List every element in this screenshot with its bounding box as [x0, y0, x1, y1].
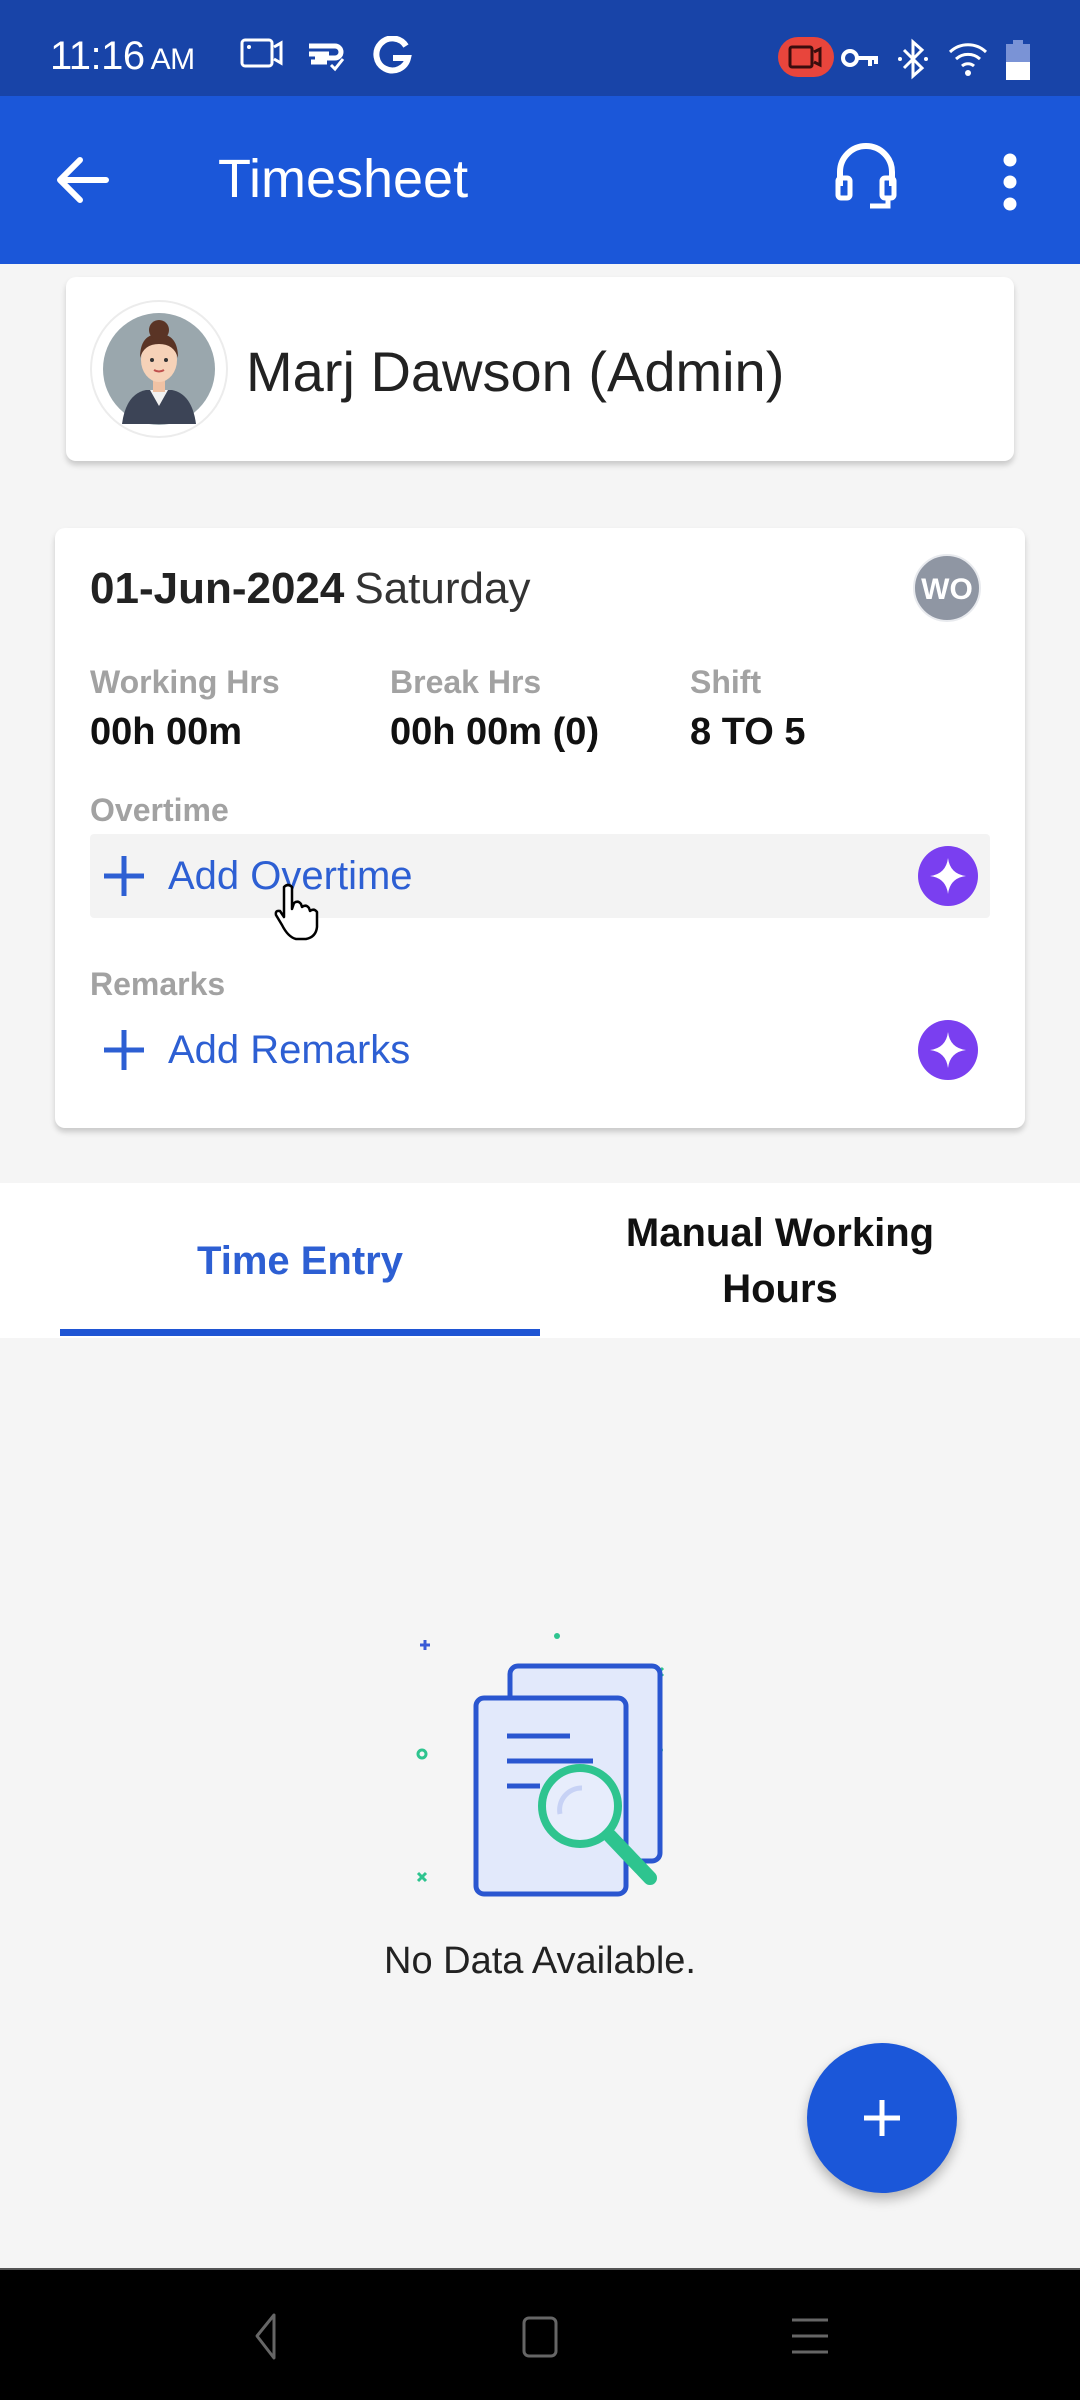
document-search-icon: [416, 1633, 665, 1897]
plus-icon: [104, 856, 144, 896]
avatar: [90, 300, 228, 438]
bluetooth-icon: [898, 38, 928, 80]
date-row: 01-Jun-2024 Saturday: [90, 564, 530, 614]
sparkle-icon: [930, 1032, 966, 1068]
plus-icon: [864, 2100, 900, 2136]
stat-value: 00h 00m (0): [390, 711, 600, 753]
clock-ampm: AM: [150, 43, 196, 76]
status-time: 11:16 AM: [50, 34, 195, 79]
break-hours-stat: Break Hrs 00h 00m (0): [390, 664, 599, 754]
overtime-label: Overtime: [90, 792, 229, 828]
tab-bar: Time Entry Manual Working Hours: [0, 1183, 1080, 1338]
stat-value: 8 TO 5: [690, 711, 806, 753]
google-icon: [373, 36, 412, 74]
sparkle-icon: [930, 858, 966, 894]
day-summary-card: 01-Jun-2024 Saturday WO Working Hrs 00h 0…: [55, 528, 1025, 1128]
add-time-entry-fab[interactable]: [807, 2043, 957, 2193]
headset-icon: [835, 143, 897, 209]
back-button[interactable]: [48, 144, 120, 216]
add-remarks-button[interactable]: Add Remarks: [90, 1008, 990, 1092]
sync-check-icon: [309, 43, 345, 72]
page-title: Timesheet: [218, 149, 469, 209]
system-nav-bar: [0, 2268, 1080, 2400]
user-avatar-icon: [103, 313, 215, 425]
arrow-left-icon: [57, 157, 109, 203]
battery-icon: [1006, 40, 1030, 80]
home-nav-icon[interactable]: [510, 2312, 570, 2362]
shift-stat: Shift 8 TO 5: [690, 664, 805, 754]
weekday-label: Saturday: [354, 564, 531, 613]
date-label: 01-Jun-2024: [90, 564, 345, 613]
stat-label: Working Hrs: [90, 664, 280, 700]
tab-time-entry[interactable]: Time Entry: [60, 1183, 540, 1338]
add-remarks-label: Add Remarks: [168, 1028, 411, 1072]
recents-nav-icon[interactable]: [780, 2312, 840, 2362]
stat-label: Break Hrs: [390, 664, 542, 700]
stat-value: 00h 00m: [90, 711, 243, 753]
working-hours-stat: Working Hrs 00h 00m: [90, 664, 280, 754]
user-name: Marj Dawson (Admin): [246, 340, 785, 403]
add-overtime-button[interactable]: Add Overtime: [90, 834, 990, 918]
wifi-icon: [948, 43, 988, 76]
weekly-off-badge: WO: [913, 554, 981, 622]
vpn-key-icon: [841, 49, 878, 67]
hand-cursor-icon: [274, 883, 319, 941]
screen-record-icon: [240, 38, 283, 68]
tab-manual-working-hours[interactable]: Manual Working Hours: [580, 1183, 980, 1338]
recording-indicator-icon: [778, 37, 834, 77]
remarks-label: Remarks: [90, 966, 226, 1002]
stat-label: Shift: [690, 664, 762, 700]
active-tab-indicator: [60, 1329, 540, 1336]
ai-assist-remarks-button[interactable]: [918, 1020, 978, 1080]
user-card[interactable]: Marj Dawson (Admin): [66, 277, 1014, 461]
status-bar: 11:16 AM: [0, 0, 1080, 96]
support-button[interactable]: [826, 136, 906, 216]
plus-icon: [104, 1030, 144, 1070]
empty-state-text: No Data Available.: [384, 1940, 696, 1982]
back-nav-icon[interactable]: [237, 2312, 297, 2362]
clock-time: 11:16: [50, 34, 145, 78]
more-vertical-icon: [1003, 153, 1017, 211]
more-options-button[interactable]: [980, 146, 1040, 218]
app-bar: Timesheet: [0, 96, 1080, 264]
ai-assist-overtime-button[interactable]: [918, 846, 978, 906]
